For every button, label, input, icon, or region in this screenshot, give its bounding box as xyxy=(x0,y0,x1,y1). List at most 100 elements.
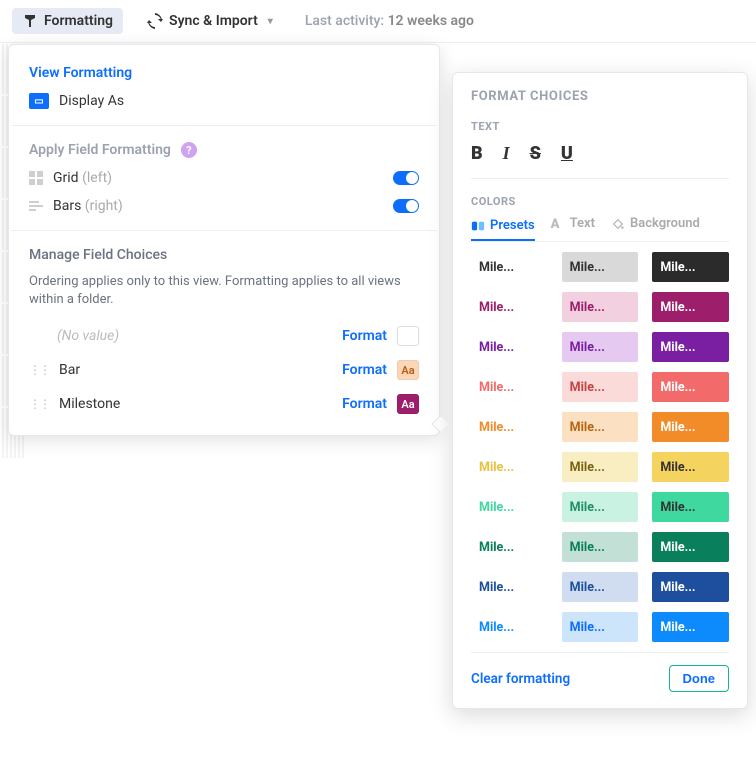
display-as-row[interactable]: ▭ Display As xyxy=(11,87,437,115)
swatch-row: Mile... Mile... Mile... xyxy=(471,372,729,402)
text-tab-icon: A xyxy=(551,217,565,231)
swatch-row: Mile... Mile... Mile... xyxy=(471,492,729,522)
color-swatch[interactable]: Mile... xyxy=(471,372,548,402)
color-swatch[interactable]: Mile... xyxy=(562,532,639,562)
strikethrough-button[interactable]: S xyxy=(530,143,541,164)
color-swatch[interactable]: Mile... xyxy=(471,612,548,642)
color-swatch[interactable]: Mile... xyxy=(562,612,639,642)
tab-background-label: Background xyxy=(630,216,700,231)
underline-button[interactable]: U xyxy=(561,143,573,164)
color-swatch[interactable]: Mile... xyxy=(471,572,548,602)
colors-section-heading: COLORS xyxy=(471,195,729,208)
color-swatch[interactable]: Mile... xyxy=(562,372,639,402)
color-swatch[interactable]: Mile... xyxy=(471,252,548,282)
choice-row: ⋮⋮ Bar Format Aa xyxy=(11,353,437,387)
bars-toggle-row: Bars (right) xyxy=(11,192,437,220)
grid-icon xyxy=(29,171,43,185)
color-swatch[interactable]: Mile... xyxy=(471,412,548,442)
choice-row-novalue: (No value) Format xyxy=(11,319,437,353)
last-activity: Last activity: 12 weeks ago xyxy=(305,13,474,29)
grid-toggle[interactable] xyxy=(393,171,419,185)
swatch-row: Mile... Mile... Mile... xyxy=(471,292,729,322)
bars-label: Bars xyxy=(53,198,81,214)
format-link[interactable]: Format xyxy=(342,362,387,378)
color-swatch[interactable]: Mile... xyxy=(562,252,639,282)
last-activity-value: 12 weeks ago xyxy=(388,13,474,29)
tab-presets-label: Presets xyxy=(490,218,535,233)
last-activity-label: Last activity: xyxy=(305,13,384,29)
color-swatch[interactable]: Mile... xyxy=(562,452,639,482)
color-swatch[interactable]: Mile... xyxy=(562,292,639,322)
bars-toggle[interactable] xyxy=(393,199,419,213)
color-swatch[interactable]: Mile... xyxy=(471,292,548,322)
italic-button[interactable]: I xyxy=(503,143,510,164)
swatch-row: Mile... Mile... Mile... xyxy=(471,612,729,642)
text-tools: B I S U xyxy=(471,143,729,179)
color-swatch[interactable]: Mile... xyxy=(652,252,729,282)
drag-handle-icon[interactable]: ⋮⋮ xyxy=(29,363,49,377)
formatting-panel: View Formatting ▭ Display As Apply Field… xyxy=(8,44,440,436)
color-swatch[interactable]: Mile... xyxy=(652,412,729,442)
toolbar: Formatting Sync & Import ▾ Last activity… xyxy=(0,0,756,43)
grid-label: Grid xyxy=(53,170,79,186)
view-formatting-link[interactable]: View Formatting xyxy=(29,65,132,81)
color-swatch[interactable]: Mile... xyxy=(471,492,548,522)
bold-button[interactable]: B xyxy=(471,143,483,164)
manage-field-choices-heading: Manage Field Choices xyxy=(29,247,167,263)
chevron-down-icon: ▾ xyxy=(268,16,273,27)
choice-swatch[interactable]: Aa xyxy=(397,360,419,380)
color-swatch[interactable]: Mile... xyxy=(652,572,729,602)
format-choices-popover: FORMAT CHOICES TEXT B I S U COLORS Prese… xyxy=(452,72,748,709)
apply-field-formatting-heading: Apply Field Formatting xyxy=(29,142,171,158)
tab-presets[interactable]: Presets xyxy=(471,216,535,241)
color-swatch[interactable]: Mile... xyxy=(652,372,729,402)
choice-swatch[interactable]: Aa xyxy=(397,394,419,414)
color-swatch[interactable]: Mile... xyxy=(652,292,729,322)
grid-toggle-row: Grid (left) xyxy=(11,164,437,192)
display-as-icon: ▭ xyxy=(29,93,49,109)
color-swatch[interactable]: Mile... xyxy=(652,452,729,482)
swatch-row: Mile... Mile... Mile... xyxy=(471,252,729,282)
choice-row: ⋮⋮MilestoneFormatAa xyxy=(11,387,437,421)
no-value-label: (No value) xyxy=(29,328,332,344)
sync-icon xyxy=(147,13,163,29)
swatch-novalue[interactable] xyxy=(397,326,419,346)
format-link-novalue[interactable]: Format xyxy=(342,328,387,344)
swatch-row: Mile... Mile... Mile... xyxy=(471,412,729,442)
formatting-icon xyxy=(22,13,38,29)
color-swatch[interactable]: Mile... xyxy=(562,572,639,602)
drag-handle-icon[interactable]: ⋮⋮ xyxy=(29,397,49,411)
color-swatch[interactable]: Mile... xyxy=(652,612,729,642)
tab-text[interactable]: A Text xyxy=(551,216,595,235)
help-icon[interactable]: ? xyxy=(181,142,197,158)
text-section-heading: TEXT xyxy=(471,120,729,133)
preset-swatches: Mile...Mile...Mile...Mile...Mile...Mile.… xyxy=(471,252,729,642)
format-link[interactable]: Format xyxy=(342,396,387,412)
color-swatch[interactable]: Mile... xyxy=(562,492,639,522)
color-swatch[interactable]: Mile... xyxy=(562,412,639,442)
swatch-row: Mile... Mile... Mile... xyxy=(471,572,729,602)
popover-title: FORMAT CHOICES xyxy=(471,89,729,104)
color-swatch[interactable]: Mile... xyxy=(652,532,729,562)
color-swatch[interactable]: Mile... xyxy=(471,332,548,362)
color-swatch[interactable]: Mile... xyxy=(471,452,548,482)
clear-formatting-link[interactable]: Clear formatting xyxy=(471,671,570,687)
swatch-row: Mile... Mile... Mile... xyxy=(471,452,729,482)
manage-field-choices-desc: Ordering applies only to this view. Form… xyxy=(11,269,437,319)
done-button[interactable]: Done xyxy=(669,665,730,692)
color-swatch[interactable]: Mile... xyxy=(652,492,729,522)
bucket-icon xyxy=(611,217,625,231)
color-swatch[interactable]: Mile... xyxy=(652,332,729,362)
color-swatch[interactable]: Mile... xyxy=(471,532,548,562)
color-tabs: Presets A Text Background xyxy=(471,216,729,242)
choice-label: Bar xyxy=(59,362,332,378)
tab-background[interactable]: Background xyxy=(611,216,700,235)
color-swatch[interactable]: Mile... xyxy=(562,332,639,362)
formatting-button[interactable]: Formatting xyxy=(12,8,123,34)
bars-paren: (right) xyxy=(85,198,123,214)
sync-import-button[interactable]: Sync & Import ▾ xyxy=(137,8,283,34)
tab-text-label: Text xyxy=(570,216,595,231)
display-as-label: Display As xyxy=(59,93,124,109)
swatch-row: Mile... Mile... Mile... xyxy=(471,332,729,362)
swatch-row: Mile... Mile... Mile... xyxy=(471,532,729,562)
